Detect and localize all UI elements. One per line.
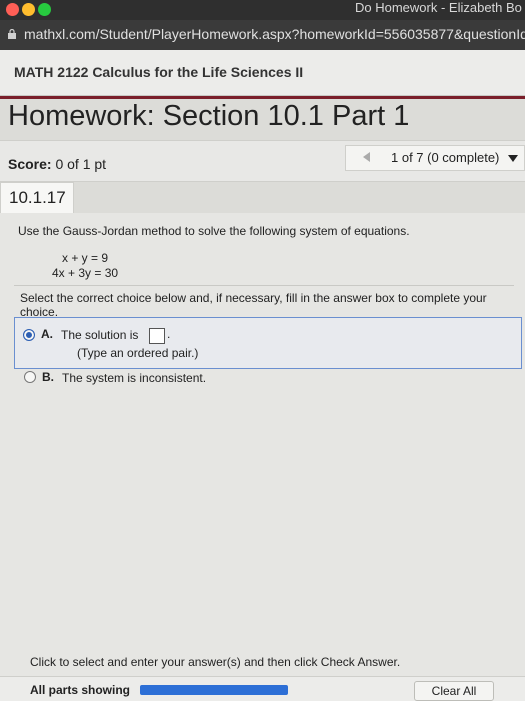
- choice-a-letter: A.: [41, 327, 53, 341]
- parts-showing-label: All parts showing: [30, 683, 131, 697]
- divider: [14, 285, 514, 286]
- equation-1: x + y = 9: [62, 251, 109, 265]
- lock-icon: [8, 29, 16, 39]
- equation-2: 4x + 3y = 30: [52, 266, 119, 280]
- question-instructions: Use the Gauss-Jordan method to solve the…: [18, 224, 410, 238]
- caret-down-icon[interactable]: [508, 155, 518, 162]
- minimize-window-button[interactable]: [22, 3, 35, 16]
- choice-a-text: The solution is: [61, 328, 139, 342]
- choice-a[interactable]: A. The solution is . (Type an ordered pa…: [14, 317, 522, 369]
- progress-bar: [140, 685, 288, 695]
- clear-all-button[interactable]: Clear All: [414, 681, 494, 701]
- maximize-window-button[interactable]: [38, 3, 51, 16]
- address-bar[interactable]: mathxl.com/Student/PlayerHomework.aspx?h…: [0, 20, 525, 50]
- choice-a-hint: (Type an ordered pair.): [77, 346, 199, 360]
- status-bar: All parts showing Clear All: [0, 676, 525, 701]
- radio-unselected-icon[interactable]: [24, 371, 36, 383]
- window-title: Do Homework - Elizabeth Bo: [355, 0, 522, 15]
- question-progress-label[interactable]: 1 of 7 (0 complete): [391, 150, 499, 165]
- course-header: MATH 2122 Calculus for the Life Sciences…: [0, 50, 525, 96]
- choice-b-text[interactable]: The system is inconsistent.: [62, 371, 206, 385]
- window-title-bar: Do Homework - Elizabeth Bo: [0, 0, 525, 20]
- window-controls: [6, 3, 54, 21]
- score: Score: 0 of 1 pt: [8, 156, 106, 172]
- answer-input[interactable]: [149, 328, 165, 344]
- page-title: Homework: Section 10.1 Part 1: [8, 100, 410, 132]
- radio-selected-icon[interactable]: [23, 329, 35, 341]
- question-number-box: 10.1.17: [0, 182, 74, 214]
- score-bar: Score: 0 of 1 pt 1 of 7 (0 complete): [0, 140, 525, 182]
- url-text[interactable]: mathxl.com/Student/PlayerHomework.aspx?h…: [24, 26, 525, 42]
- score-label: Score:: [8, 156, 52, 172]
- close-window-button[interactable]: [6, 3, 19, 16]
- triangle-left-icon[interactable]: [363, 152, 370, 162]
- header-divider: [0, 96, 525, 99]
- choice-a-period: .: [167, 327, 171, 341]
- score-value: 0 of 1 pt: [55, 156, 107, 172]
- question-content: Use the Gauss-Jordan method to solve the…: [0, 213, 525, 700]
- question-number: 10.1.17: [9, 188, 66, 207]
- footer-instruction: Click to select and enter your answer(s)…: [30, 655, 401, 669]
- course-title: MATH 2122 Calculus for the Life Sciences…: [14, 64, 304, 80]
- choice-b-letter: B.: [42, 370, 54, 384]
- question-navigator[interactable]: 1 of 7 (0 complete): [345, 145, 525, 171]
- select-prompt: Select the correct choice below and, if …: [20, 291, 487, 319]
